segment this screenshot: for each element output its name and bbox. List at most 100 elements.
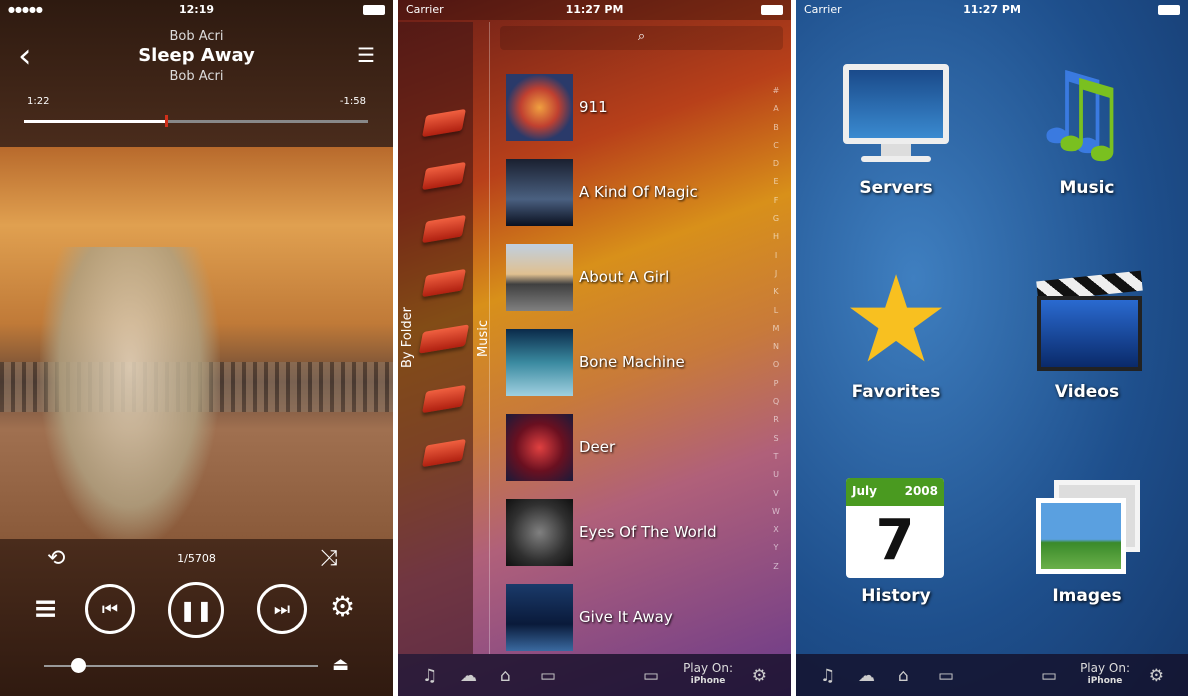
index-letter[interactable]: E	[768, 173, 784, 191]
volume-slider[interactable]	[44, 658, 318, 673]
album-item[interactable]: 911	[506, 73, 766, 141]
index-letter[interactable]: K	[768, 283, 784, 301]
history-tile[interactable]: July 2008 7 History	[821, 470, 971, 606]
home-icon[interactable]: ⌂	[898, 666, 909, 686]
calendar-month: July	[852, 484, 877, 498]
album-cover	[506, 498, 573, 566]
previous-button[interactable]: ⏮	[85, 584, 135, 634]
pianist	[40, 247, 220, 547]
album-title: A Kind Of Magic	[579, 183, 698, 201]
play-on-label: Play On:	[683, 661, 733, 675]
index-letter[interactable]: T	[768, 448, 784, 466]
tab-by-folder[interactable]: By Folder	[400, 307, 415, 368]
index-letter[interactable]: P	[768, 375, 784, 393]
index-letter[interactable]: D	[768, 155, 784, 173]
seek-handle[interactable]	[165, 115, 169, 127]
album-item[interactable]: Deer	[506, 413, 766, 481]
search-bar[interactable]: ⌕	[500, 26, 783, 50]
settings-icon[interactable]: ⚙	[1149, 666, 1164, 686]
settings-button[interactable]: ⚙	[330, 590, 355, 623]
album-title: Give It Away	[579, 608, 673, 626]
play-on-device: iPhone	[1087, 676, 1123, 686]
status-bar: Carrier 11:27 PM	[398, 0, 791, 20]
album-item[interactable]: Eyes Of The World	[506, 498, 766, 566]
index-letter[interactable]: B	[768, 119, 784, 137]
home-icon[interactable]: ⌂	[500, 666, 511, 686]
folder-icon[interactable]: ▭	[540, 666, 556, 686]
tile-label: Music	[1059, 178, 1115, 198]
cloud-download-icon[interactable]: ☁	[858, 666, 875, 686]
index-letter[interactable]: A	[768, 100, 784, 118]
library-screen: Carrier 11:27 PM ⌕ By Folder Music 911 A…	[398, 0, 791, 696]
pause-button[interactable]: ❚❚	[168, 582, 224, 638]
tile-label: Servers	[859, 178, 933, 198]
music-library-icon[interactable]: ♫	[820, 666, 835, 686]
album-item[interactable]: A Kind Of Magic	[506, 158, 766, 226]
index-letter[interactable]: Y	[768, 539, 784, 557]
index-letter[interactable]: Q	[768, 393, 784, 411]
artist-top: Bob Acri	[169, 29, 224, 44]
index-letter[interactable]: O	[768, 356, 784, 374]
music-notes-icon: ♫	[1042, 58, 1132, 175]
calendar-year: 2008	[904, 484, 938, 498]
photos-icon	[1032, 470, 1142, 580]
alphabet-index[interactable]: # A B C D E F G H I J K L M N O P Q R S T U V W X Y Z	[768, 82, 784, 576]
index-letter[interactable]: W	[768, 503, 784, 521]
album-cover	[506, 158, 573, 226]
clock: 11:27 PM	[963, 3, 1021, 16]
play-on-label: Play On:	[1080, 661, 1130, 675]
album-title: Eyes Of The World	[579, 523, 717, 541]
clock: 11:27 PM	[565, 3, 624, 16]
cloud-download-icon[interactable]: ☁	[460, 666, 477, 686]
remaining-time: -1:58	[339, 96, 366, 107]
airplay-button[interactable]: ⏏	[332, 654, 349, 675]
folder-icon[interactable]: ▭	[938, 666, 954, 686]
clock: 12:19	[178, 3, 214, 16]
album-title: About A Girl	[579, 268, 670, 286]
bottom-toolbar: ♫ ☁ ⌂ ▭ ▭ Play On: iPhone ⚙	[398, 654, 791, 696]
seek-bar[interactable]	[24, 115, 368, 127]
album-item[interactable]: Bone Machine	[506, 328, 766, 396]
settings-icon[interactable]: ⚙	[752, 666, 767, 686]
monitor-icon	[841, 62, 951, 172]
queue-icon[interactable]: ☰	[357, 43, 375, 67]
play-on-selector[interactable]: Play On: iPhone	[683, 662, 733, 688]
index-letter[interactable]: M	[768, 320, 784, 338]
index-letter[interactable]: G	[768, 210, 784, 228]
index-letter[interactable]: U	[768, 466, 784, 484]
status-bar: Carrier 11:27 PM	[796, 0, 1188, 20]
play-on-selector[interactable]: Play On: iPhone	[1080, 662, 1130, 688]
index-letter[interactable]: J	[768, 265, 784, 283]
index-letter[interactable]: S	[768, 430, 784, 448]
tv-icon[interactable]: ▭	[1041, 666, 1057, 686]
index-letter[interactable]: I	[768, 247, 784, 265]
index-letter[interactable]: N	[768, 338, 784, 356]
album-cover	[506, 328, 573, 396]
album-item[interactable]: Give It Away	[506, 583, 766, 651]
album-item[interactable]: About A Girl	[506, 243, 766, 311]
index-letter[interactable]: L	[768, 302, 784, 320]
index-letter[interactable]: Z	[768, 558, 784, 576]
next-button[interactable]: ⏭	[257, 584, 307, 634]
index-letter[interactable]: F	[768, 192, 784, 210]
shuffle-button[interactable]: ⤨	[320, 546, 338, 571]
index-letter[interactable]: V	[768, 485, 784, 503]
play-on-device: iPhone	[690, 676, 726, 686]
favorites-tile[interactable]: ★ Favorites	[821, 261, 971, 403]
tv-icon[interactable]: ▭	[643, 666, 659, 686]
index-letter[interactable]: #	[768, 82, 784, 100]
clapperboard-icon	[1032, 266, 1143, 376]
music-tile[interactable]: ♫ Music	[1012, 58, 1162, 199]
index-letter[interactable]: R	[768, 411, 784, 429]
videos-tile[interactable]: Videos	[1012, 266, 1162, 402]
tab-music[interactable]: Music	[476, 320, 491, 357]
servers-tile[interactable]: Servers	[821, 62, 971, 198]
images-tile[interactable]: Images	[1012, 470, 1162, 606]
index-letter[interactable]: X	[768, 521, 784, 539]
index-letter[interactable]: H	[768, 228, 784, 246]
index-letter[interactable]: C	[768, 137, 784, 155]
music-library-icon[interactable]: ♫	[422, 666, 437, 686]
playlist-button[interactable]: ≡	[33, 591, 58, 626]
battery-icon	[363, 5, 385, 15]
tile-label: Images	[1052, 586, 1122, 606]
